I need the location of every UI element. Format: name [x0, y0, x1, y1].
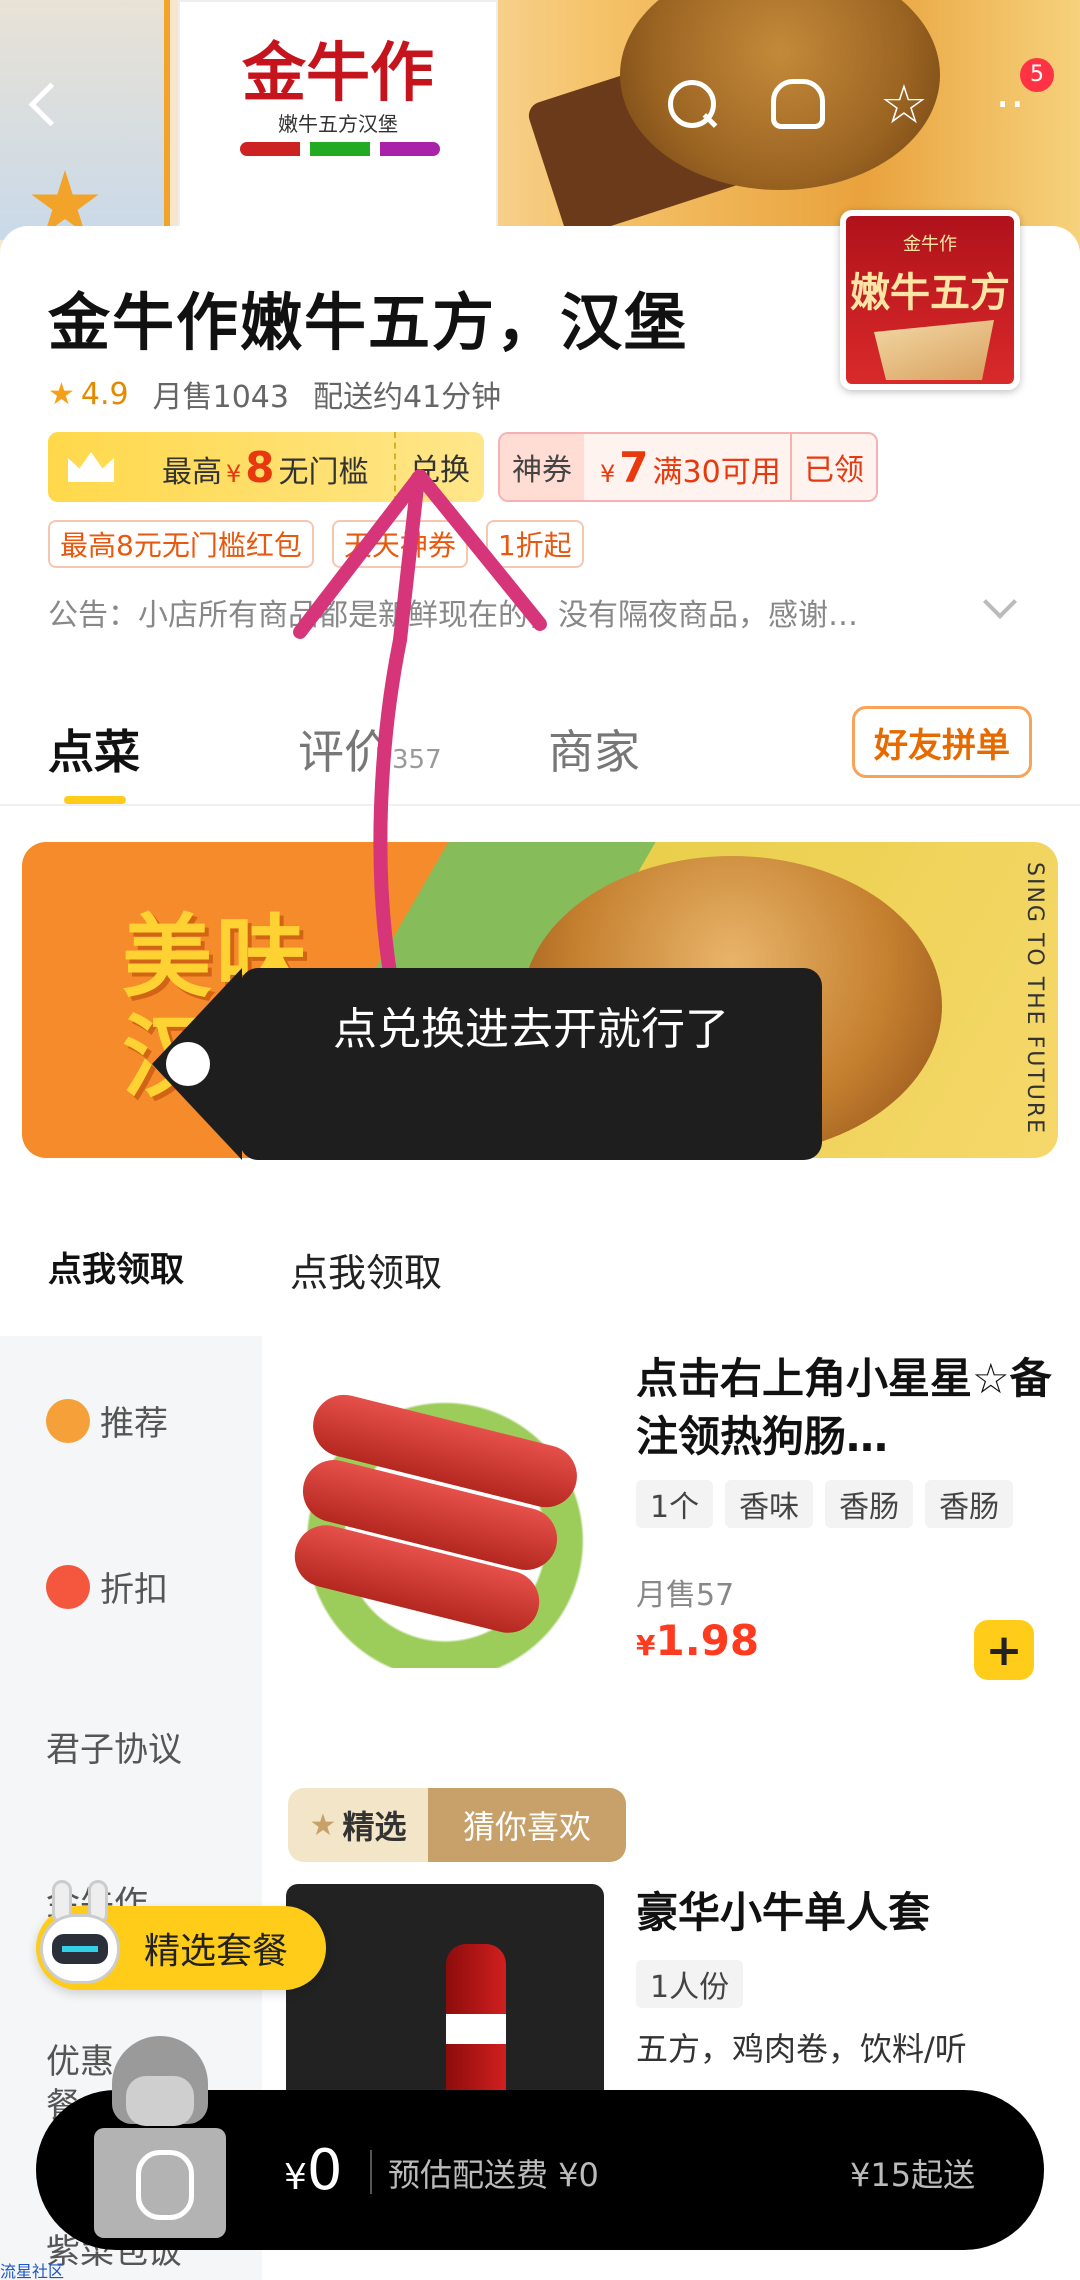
coke-label — [446, 2014, 506, 2044]
product-tag: 香肠 — [925, 1480, 1014, 1528]
discount-icon — [46, 1564, 90, 1609]
product-tag: 1人份 — [636, 1960, 744, 2008]
store-rating: 4.9 — [80, 376, 129, 412]
sidebar-active-category[interactable]: 点我领取 — [48, 1242, 184, 1291]
back-icon[interactable] — [18, 72, 82, 136]
monthly-sales: 月售1043 — [152, 380, 289, 415]
menu-section-title: 点我领取 — [290, 1251, 443, 1295]
sidebar-item-label: 折扣 — [100, 1570, 168, 1610]
delivery-fee: 预估配送费 ¥0 — [388, 2156, 599, 2194]
vip-coupon-text: 最高 ¥ 8 无门槛 — [162, 443, 369, 492]
cart-total-value: 0 — [306, 2138, 343, 2203]
product-price: ¥1.98 — [636, 1616, 759, 1665]
poster-brand: 金牛作 — [242, 36, 434, 111]
mascot-face — [52, 1934, 108, 1964]
product-tags: 1人份 — [636, 1960, 744, 2008]
coupon-row: 最高 ¥ 8 无门槛 兑换 神券 ¥ 7 满30可用 已领 — [48, 432, 878, 502]
vip-amount: 8 — [245, 442, 275, 492]
vip-prefix: 最高 — [162, 454, 222, 490]
poster-subtitle: 嫩牛五方汉堡 — [278, 112, 398, 136]
active-tab-indicator — [64, 796, 126, 804]
god-currency: ¥ — [600, 459, 616, 488]
store-page: 金牛作 嫩牛五方汉堡 ☆ 5 金牛作 嫩牛五方 金牛作嫩牛五方，汉堡 ★ 4.9… — [0, 0, 1080, 2280]
vip-coupon[interactable]: 最高 ¥ 8 无门槛 兑换 — [48, 432, 484, 502]
notification-badge: 5 — [1020, 58, 1054, 92]
brand-poster: 金牛作 嫩牛五方汉堡 — [178, 0, 498, 230]
logo-title: 嫩牛五方 — [850, 269, 1010, 316]
price-currency: ¥ — [636, 1629, 656, 1662]
featured-label: ★ 精选 — [288, 1788, 428, 1862]
product-tag: 香肠 — [825, 1480, 914, 1528]
tooltip-pointer-dot — [166, 1042, 210, 1086]
rating-star-icon: ★ — [48, 376, 75, 412]
guess-like-label: 猜你喜欢 — [428, 1788, 626, 1862]
god-amount: 7 — [619, 442, 649, 492]
courier-face — [126, 2076, 194, 2126]
tab-merchant[interactable]: 商家 — [548, 716, 640, 782]
price-value: 1.98 — [655, 1616, 760, 1665]
vip-suffix: 无门槛 — [278, 454, 369, 490]
product-image[interactable] — [286, 1350, 604, 1668]
add-to-cart-button[interactable]: + — [974, 1620, 1034, 1680]
customer-service-icon[interactable] — [766, 72, 830, 136]
store-logo[interactable]: 金牛作 嫩牛五方 — [840, 210, 1020, 390]
promo-tags: 最高8元无门槛红包 天天神券 1折起 — [48, 520, 584, 568]
product-card[interactable]: 点击右上角小星星☆备注领热狗肠… 1个 香味 香肠 香肠 月售57 ¥1.98 … — [286, 1350, 1066, 1680]
poster-decoration — [240, 142, 440, 156]
cart-currency: ¥ — [284, 2157, 307, 2198]
logo-food-image — [874, 320, 994, 380]
exchange-button[interactable]: 兑换 — [394, 432, 484, 502]
product-tag: 香味 — [725, 1480, 814, 1528]
courier-cart-icon[interactable] — [90, 2036, 230, 2238]
product-name: 豪华小牛单人套 — [636, 1888, 931, 1937]
god-coupon-tag: 神券 — [500, 434, 584, 500]
logo-brand: 金牛作 — [903, 234, 957, 255]
mascot-icon[interactable] — [34, 1880, 126, 1990]
search-icon[interactable] — [660, 72, 724, 136]
crown-icon — [68, 452, 114, 482]
featured-badge: ★ 精选 猜你喜欢 — [288, 1788, 626, 1862]
review-count: 357 — [392, 745, 442, 775]
sidebar-item-agreement[interactable]: 君子协议 — [46, 1722, 182, 1771]
tab-reviews[interactable]: 评价357 — [298, 716, 442, 782]
sidebar-item-recommend[interactable]: 推荐 — [46, 1396, 168, 1445]
god-coupon[interactable]: 神券 ¥ 7 满30可用 已领 — [498, 432, 878, 502]
product-tags: 1个 香味 香肠 香肠 — [636, 1480, 1014, 1528]
store-notice[interactable]: 公告：小店所有商品都是新鲜现在的，没有隔夜商品，感谢… — [48, 590, 948, 634]
god-coupon-status[interactable]: 已领 — [790, 434, 876, 500]
tab-order[interactable]: 点菜 — [48, 716, 140, 782]
favorite-star-icon[interactable]: ☆ — [872, 72, 936, 136]
promo-tag[interactable]: 天天神券 — [331, 520, 468, 568]
vip-currency: ¥ — [226, 459, 242, 488]
delivery-time: 配送约41分钟 — [312, 380, 502, 415]
promo-tag[interactable]: 最高8元无门槛红包 — [48, 520, 314, 568]
product-description: 五方，鸡肉卷，饮料/听 — [636, 2030, 967, 2068]
watermark: 流星社区 — [0, 2262, 65, 2280]
minimum-order: ¥15起送 — [850, 2156, 976, 2194]
group-order-button[interactable]: 好友拼单 — [852, 706, 1032, 778]
courier-box — [94, 2128, 226, 2238]
god-coupon-value: ¥ 7 满30可用 — [584, 443, 790, 492]
product-tag: 1个 — [636, 1480, 714, 1528]
promo-tag[interactable]: 1折起 — [485, 520, 584, 568]
store-meta: ★ 4.9 月售1043 配送约41分钟 — [48, 372, 501, 416]
featured-star-icon: ★ — [309, 1807, 337, 1843]
god-condition: 满30可用 — [652, 454, 781, 490]
cart-total: ¥0 — [284, 2138, 343, 2203]
featured-text: 精选 — [342, 1808, 407, 1846]
sidebar-item-discount[interactable]: 折扣 — [46, 1562, 168, 1611]
banner-slogan: SING TO THE FUTURE — [1022, 862, 1047, 1136]
cart-divider — [370, 2150, 372, 2194]
sidebar-item-label: 推荐 — [100, 1404, 168, 1444]
store-name: 金牛作嫩牛五方，汉堡 — [48, 286, 689, 359]
guide-tooltip: 点兑换进去开就行了 — [152, 968, 822, 1160]
product-name: 点击右上角小星星☆备注领热狗肠… — [636, 1354, 1052, 1461]
recommend-icon — [46, 1398, 90, 1443]
product-sales: 月售57 — [636, 1578, 735, 1613]
tab-reviews-label: 评价 — [298, 725, 390, 779]
